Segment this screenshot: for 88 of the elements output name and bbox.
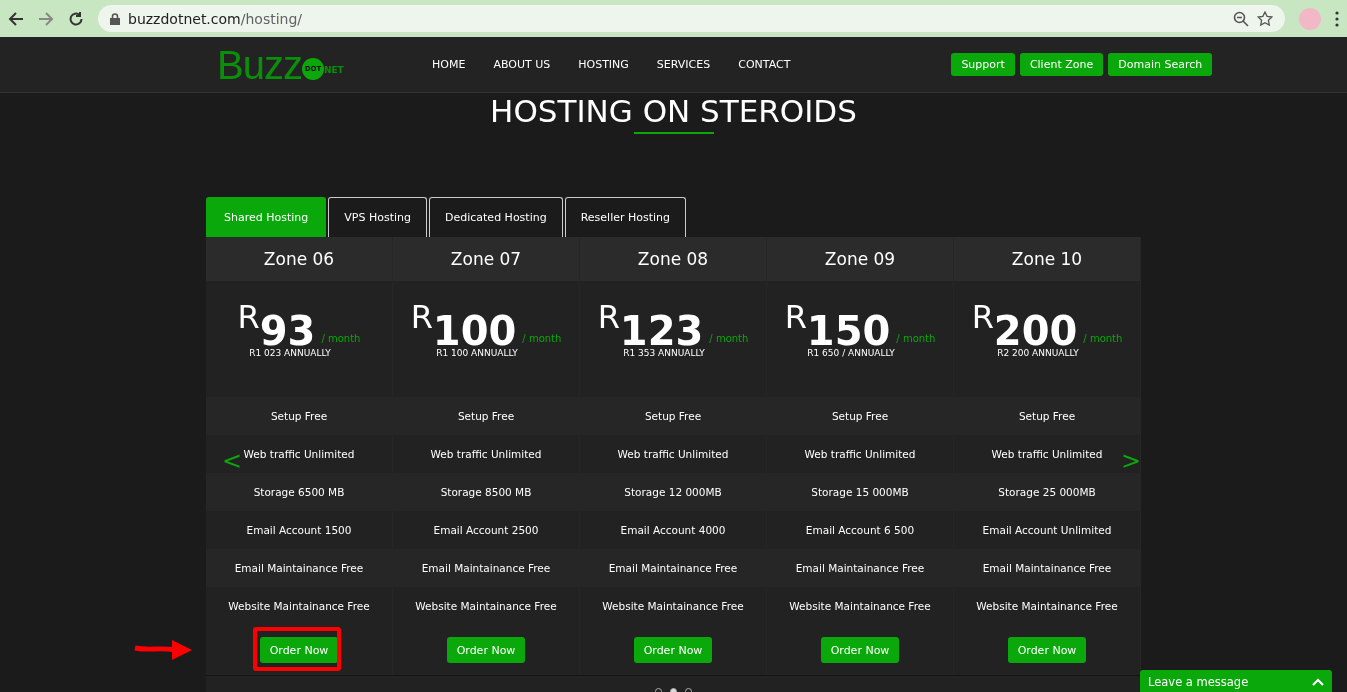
- plan-feature: Web traffic Unlimited: [804, 448, 916, 460]
- plan-feature: Email Maintainance Free: [421, 562, 551, 574]
- price-period: / month: [709, 333, 749, 344]
- plan-name: Zone 10: [954, 237, 1140, 281]
- plan-feature: Email Maintainance Free: [234, 562, 364, 574]
- page-heading: HOSTING ON STEROIDS: [490, 96, 857, 126]
- currency-symbol: R: [410, 301, 433, 333]
- plan-feature: Email Maintainance Free: [982, 562, 1112, 574]
- order-button[interactable]: Order Now: [446, 637, 526, 663]
- address-bar[interactable]: buzzdotnet.com/hosting/: [98, 5, 1285, 32]
- back-icon[interactable]: [8, 10, 24, 27]
- plan-price: 200: [993, 315, 1078, 347]
- plan-feature: Web traffic Unlimited: [617, 448, 729, 460]
- menu-icon[interactable]: [1335, 10, 1339, 27]
- plan-feature: Email Account 4000: [620, 524, 726, 536]
- order-button[interactable]: Order Now: [1007, 637, 1087, 663]
- star-icon[interactable]: [1257, 10, 1273, 27]
- plan-price: 93: [259, 315, 316, 347]
- annual-price: R1 650 / ANNUALLY: [807, 348, 895, 358]
- plan-feature: Website Maintainance Free: [602, 600, 744, 612]
- price-period: / month: [896, 333, 936, 344]
- header-button[interactable]: Support: [951, 53, 1015, 76]
- chat-label: Leave a message: [1148, 675, 1249, 689]
- reload-icon[interactable]: [68, 10, 84, 27]
- order-button[interactable]: Order Now: [820, 637, 900, 663]
- plan-feature: Setup Free: [644, 410, 702, 422]
- plan-feature: Website Maintainance Free: [976, 600, 1118, 612]
- plan-feature: Storage 12 000MB: [624, 486, 722, 498]
- header-button[interactable]: Client Zone: [1019, 53, 1104, 76]
- plan-feature: Email Account Unlimited: [982, 524, 1112, 536]
- annual-price: R2 200 ANNUALLY: [997, 348, 1079, 358]
- plan-name: Zone 06: [206, 237, 392, 281]
- plan-feature: Setup Free: [1018, 410, 1076, 422]
- plan-feature: Storage 25 000MB: [998, 486, 1096, 498]
- plan-feature: Email Account 6 500: [805, 524, 915, 536]
- plan-feature: Setup Free: [831, 410, 889, 422]
- nav-link[interactable]: CONTACT: [738, 58, 791, 71]
- plan-name: Zone 07: [393, 237, 579, 281]
- plan-feature: Email Account 1500: [246, 524, 352, 536]
- next-arrow[interactable]: >: [1120, 449, 1141, 473]
- plan-price: 100: [432, 315, 517, 347]
- plan-feature: Setup Free: [457, 410, 515, 422]
- plan-feature: Website Maintainance Free: [789, 600, 931, 612]
- order-button[interactable]: Order Now: [633, 637, 713, 663]
- chat-widget[interactable]: Leave a message: [1140, 670, 1332, 692]
- plan-feature: Email Maintainance Free: [795, 562, 925, 574]
- plan-feature: Email Account 2500: [433, 524, 539, 536]
- zoom-out-icon[interactable]: [1233, 10, 1249, 27]
- plan-name: Zone 08: [580, 237, 766, 281]
- price-period: / month: [1083, 333, 1123, 344]
- plan-feature: Storage 8500 MB: [440, 486, 532, 498]
- hosting-tab[interactable]: Shared Hosting: [206, 197, 327, 237]
- currency-symbol: R: [971, 301, 994, 333]
- plan-feature: Storage 6500 MB: [253, 486, 345, 498]
- order-button[interactable]: Order Now: [259, 637, 339, 663]
- hosting-tab[interactable]: VPS Hosting: [328, 197, 427, 237]
- nav-link[interactable]: HOSTING: [578, 58, 629, 71]
- annual-price: R1 023 ANNUALLY: [249, 348, 331, 358]
- nav-link[interactable]: ABOUT US: [493, 58, 551, 71]
- nav-link[interactable]: SERVICES: [656, 58, 711, 71]
- plan-feature: Web traffic Unlimited: [991, 448, 1103, 460]
- previous-arrow[interactable]: <: [222, 449, 243, 473]
- plan-feature: Website Maintainance Free: [415, 600, 557, 612]
- currency-symbol: R: [597, 301, 620, 333]
- plan-feature: Web traffic Unlimited: [430, 448, 542, 460]
- annotation-arrow: [134, 639, 194, 661]
- plan-feature: Web traffic Unlimited: [243, 448, 355, 460]
- hosting-tab[interactable]: Dedicated Hosting: [429, 197, 563, 237]
- annual-price: R1 100 ANNUALLY: [436, 348, 518, 358]
- plan-feature: Setup Free: [270, 410, 328, 422]
- price-period: / month: [522, 333, 562, 344]
- plan-feature: Email Maintainance Free: [608, 562, 738, 574]
- currency-symbol: R: [237, 301, 260, 333]
- plan-feature: Storage 15 000MB: [811, 486, 909, 498]
- url-text: buzzdotnet.com/hosting/: [128, 10, 303, 27]
- price-period: / month: [321, 333, 361, 344]
- forward-icon[interactable]: [38, 10, 54, 27]
- currency-symbol: R: [784, 301, 807, 333]
- chevron-up-icon[interactable]: [1312, 678, 1324, 686]
- header-button[interactable]: Domain Search: [1108, 53, 1213, 76]
- plan-price: 123: [619, 315, 704, 347]
- plan-name: Zone 09: [767, 237, 953, 281]
- annual-price: R1 353 ANNUALLY: [623, 348, 705, 358]
- lock-icon: [110, 12, 120, 25]
- plan-feature: Website Maintainance Free: [228, 600, 370, 612]
- nav-link[interactable]: HOME: [432, 58, 466, 71]
- plan-price: 150: [806, 315, 891, 347]
- hosting-tab[interactable]: Reseller Hosting: [564, 197, 687, 237]
